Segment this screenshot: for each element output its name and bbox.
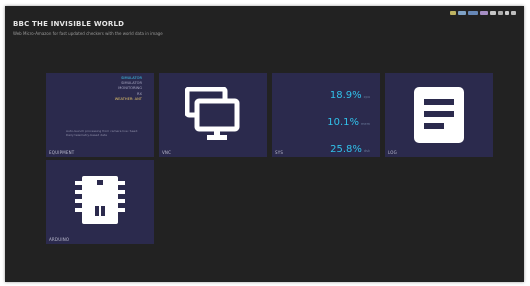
metric-mem: 10.1% mem — [327, 110, 370, 129]
tile-label: LOG — [388, 150, 397, 155]
tile-log[interactable]: LOG — [385, 73, 493, 157]
metric-value: 10.1% — [327, 117, 360, 128]
tile-label: ARDUINO — [49, 237, 70, 242]
tile-label: SYS — [275, 150, 284, 155]
page-title: BBC THE INVISIBLE WORLD — [13, 20, 125, 28]
status-line: WEATHER: ANT — [114, 96, 142, 101]
metric-dsk: 25.8% dsk — [327, 137, 370, 156]
status-list: SIMULATOR SIMULATOR MONITORING RX WEATHE… — [115, 76, 142, 102]
tile-vnc[interactable]: VNC — [159, 73, 267, 157]
tile-arduino[interactable]: ARDUINO — [46, 160, 154, 244]
tile-equipment[interactable]: SIMULATOR SIMULATOR MONITORING RX WEATHE… — [46, 73, 154, 157]
top-toolbar — [450, 9, 516, 17]
monitor-icon — [185, 87, 240, 140]
tile-label: EQUIPMENT — [49, 150, 75, 155]
status-note: Auto-launch processing from camera live:… — [66, 129, 139, 137]
toolbar-icon[interactable] — [480, 11, 488, 15]
status-line: MONITORING — [118, 86, 142, 91]
metric-cpu: 18.9% cpu — [327, 83, 370, 102]
metric-value: 25.8% — [330, 144, 362, 155]
metric-unit: dsk — [363, 149, 370, 153]
app-window: BBC THE INVISIBLE WORLD Web Micro-Amazon… — [5, 6, 524, 282]
toolbar-icon[interactable] — [450, 11, 456, 15]
toolbar-icon[interactable] — [458, 11, 466, 15]
toolbar-icon[interactable] — [468, 11, 478, 15]
metric-unit: mem — [361, 122, 370, 126]
toolbar-icon[interactable] — [498, 11, 503, 15]
toolbar-icon[interactable] — [490, 11, 496, 15]
tile-sys[interactable]: 18.9% cpu 10.1% mem 25.8% dsk SYS — [272, 73, 380, 157]
metrics-list: 18.9% cpu 10.1% mem 25.8% dsk — [327, 83, 370, 164]
chip-icon — [75, 176, 125, 224]
toolbar-icon[interactable] — [511, 11, 516, 15]
metric-value: 18.9% — [329, 90, 362, 101]
metric-unit: cpu — [363, 95, 370, 99]
page-subtitle: Web Micro-Amazon for fast updated checke… — [13, 31, 163, 36]
toolbar-icon[interactable] — [505, 11, 509, 15]
document-icon — [414, 87, 464, 143]
tile-label: VNC — [162, 150, 172, 155]
